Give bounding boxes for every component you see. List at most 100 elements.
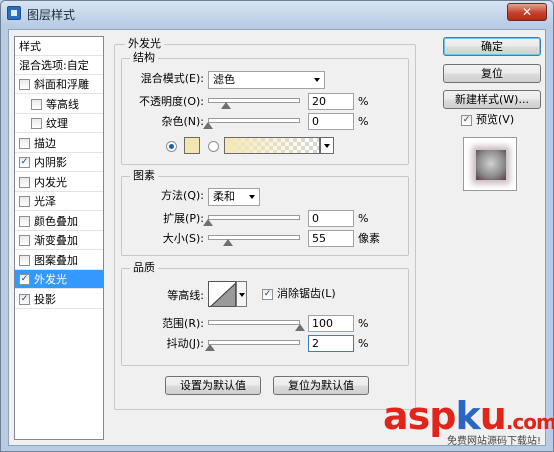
layer-style-dialog: 图层样式 ✕ 样式 混合选项:自定 斜面和浮雕等高线纹理描边 ✓ 内阴影内发光光泽颜… [0,0,554,452]
range-slider-track[interactable] [208,320,300,325]
solid-color-radio[interactable] [166,141,177,152]
style-item[interactable]: ✓ 投影 [15,290,103,309]
size-slider-track[interactable] [208,235,300,240]
jitter-unit: % [358,337,369,350]
elements-title: 图素 [130,169,158,183]
range-unit: % [358,317,369,330]
noise-slider-track[interactable] [208,118,300,123]
style-item-checkbox[interactable] [31,98,42,110]
jitter-input[interactable]: 2 [308,335,354,352]
technique-value: 柔和 [213,190,235,203]
reset-button[interactable]: 复位 [443,64,541,83]
preview-label: 预览(V) [476,113,515,126]
gradient-radio[interactable] [208,141,219,152]
spread-slider-track[interactable] [208,215,300,220]
glow-color-swatch[interactable] [184,137,200,154]
contour-linear-icon [210,283,235,306]
technique-label: 方法(Q): [161,189,204,202]
jitter-slider-track[interactable] [208,340,300,345]
noise-slider-thumb[interactable] [203,121,213,129]
style-item[interactable]: 内发光 [15,173,103,192]
style-item-checkbox[interactable] [19,137,30,149]
style-item[interactable]: 颜色叠加 [15,212,103,231]
style-item-label: 纹理 [46,117,68,130]
style-item[interactable]: 图案叠加 [15,251,103,270]
glow-gradient-swatch[interactable] [224,137,320,154]
style-item[interactable]: 渐变叠加 [15,231,103,250]
antialias-checkbox[interactable]: ✓ [262,289,273,300]
close-button[interactable]: ✕ [507,3,547,21]
new-style-button[interactable]: 新建样式(W)... [443,90,541,109]
style-item[interactable]: 光泽 [15,192,103,211]
style-item-label: 内发光 [34,175,67,189]
size-slider-thumb[interactable] [223,238,234,246]
style-item-checkbox[interactable] [19,235,30,246]
style-item-checkbox[interactable] [31,118,42,129]
style-item-label: 投影 [34,292,56,306]
blend-mode-select[interactable]: 滤色 [208,71,325,89]
style-item-checkbox[interactable]: ✓ [19,293,30,305]
style-item[interactable]: 等高线 [15,95,103,114]
style-item-label: 图案叠加 [34,253,78,267]
style-item-checkbox[interactable]: ✓ [19,157,30,168]
contour-dropdown-button[interactable] [236,281,247,307]
style-item[interactable]: 描边 [15,134,103,153]
size-label: 大小(S): [162,232,204,245]
contour-picker[interactable] [208,281,236,307]
style-item-checkbox[interactable] [19,215,30,227]
watermark-part-asp: asp [383,394,456,438]
spread-slider-thumb[interactable] [203,218,213,226]
site-watermark-logo: aspku.com 免费网站源码下载站! [383,394,554,450]
style-item[interactable]: 斜面和浮雕 [15,75,103,94]
style-item-label: 渐变叠加 [34,234,78,247]
size-input[interactable]: 55 [308,230,354,247]
style-item[interactable]: 纹理 [15,114,103,133]
spread-unit: % [358,212,369,225]
style-item-checkbox[interactable] [19,196,30,207]
style-item-checkbox[interactable] [19,254,30,266]
style-item-label: 描边 [34,136,56,150]
opacity-input[interactable]: 20 [308,93,354,110]
blend-mode-label: 混合模式(E): [140,72,204,85]
noise-input[interactable]: 0 [308,113,354,130]
range-slider-thumb[interactable] [295,323,305,331]
quality-title: 品质 [130,261,158,275]
blending-options-item[interactable]: 混合选项:自定 [15,56,103,75]
style-item[interactable]: ✓ 外发光 [15,270,103,289]
style-item-label: 内阴影 [34,156,67,169]
size-unit: 像素 [358,232,380,245]
opacity-label: 不透明度(O): [139,95,204,108]
style-item[interactable]: ✓ 内阴影 [15,153,103,172]
spread-input[interactable]: 0 [308,210,354,227]
antialias-label: 消除锯齿(L) [277,287,336,300]
dialog-title: 图层样式 [27,8,76,22]
styles-list: 样式 混合选项:自定 斜面和浮雕等高线纹理描边 ✓ 内阴影内发光光泽颜色叠加渐变叠加… [14,36,104,440]
opacity-slider-thumb[interactable] [221,101,232,109]
range-label: 范围(R): [162,317,204,330]
noise-label: 杂色(N): [161,115,204,128]
range-input[interactable]: 100 [308,315,354,332]
make-default-button[interactable]: 设置为默认值 [165,376,261,395]
preview-checkbox[interactable]: ✓ [461,115,472,126]
blending-options-label: 混合选项:自定 [19,59,89,72]
gradient-dropdown-button[interactable] [320,137,334,154]
outer-glow-group: 外发光 结构 混合模式(E): 滤色 不透明度(O): 20 % 杂色(N): … [114,37,416,410]
structure-title: 结构 [130,51,158,65]
style-item-label: 外发光 [34,273,67,286]
styles-heading[interactable]: 样式 [15,37,103,56]
technique-select[interactable]: 柔和 [208,188,260,206]
style-item-checkbox[interactable]: ✓ [19,274,30,285]
reset-to-default-button[interactable]: 复位为默认值 [273,376,369,395]
style-item-checkbox[interactable] [19,79,30,90]
style-item-checkbox[interactable] [19,176,30,188]
photoshop-app-icon [7,6,21,20]
elements-group: 图素 方法(Q): 柔和 扩展(P): 0 % 大小(S): 55 像素 [121,169,409,256]
style-item-label: 光泽 [34,195,56,208]
ok-button[interactable]: 确定 [443,37,541,56]
title-bar[interactable]: 图层样式 ✕ [1,1,553,25]
jitter-slider-thumb[interactable] [204,343,215,351]
style-item-label: 等高线 [46,97,79,111]
quality-group: 品质 等高线: ✓ 消除锯齿(L) 范围(R): 100 % 抖动(J): 2 … [121,261,409,366]
noise-unit: % [358,115,369,128]
outer-glow-title: 外发光 [125,37,164,51]
